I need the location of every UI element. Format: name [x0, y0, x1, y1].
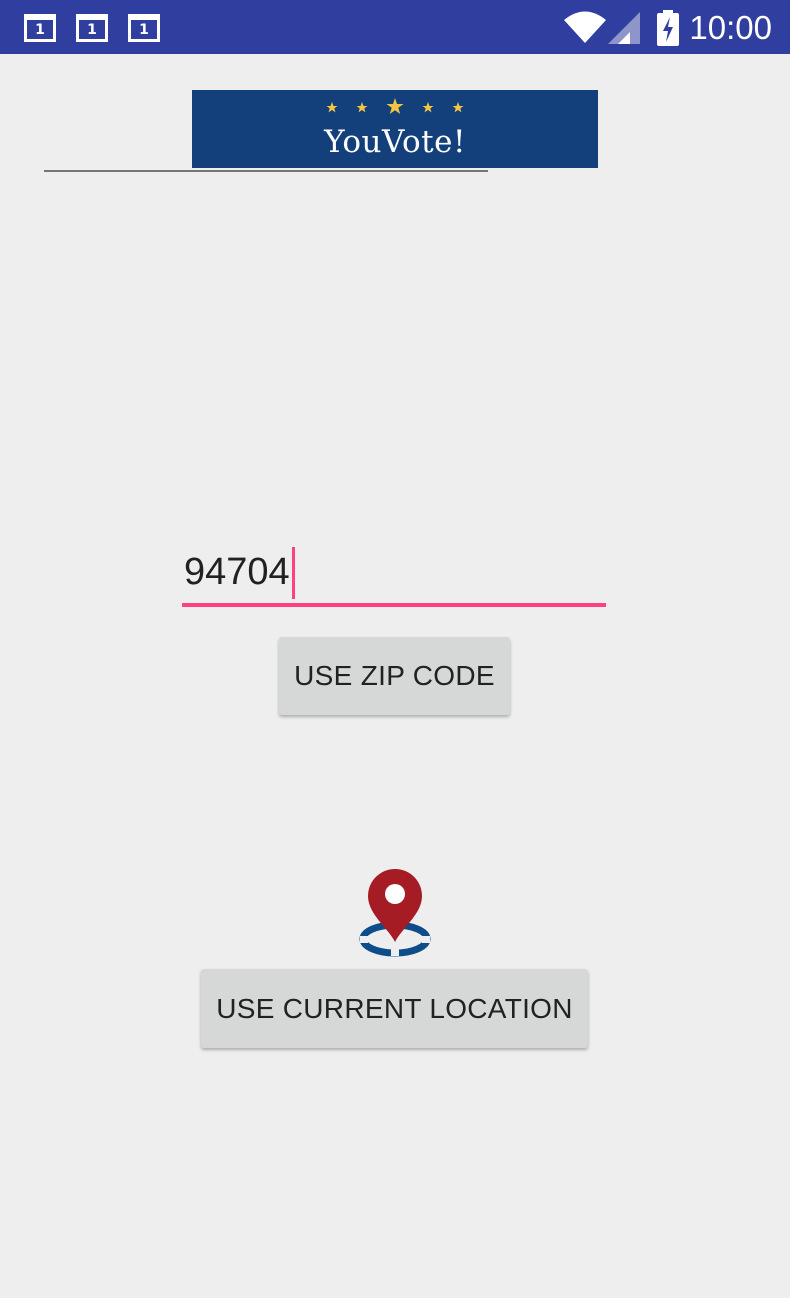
battery-charging-icon [657, 10, 679, 46]
wifi-icon [564, 11, 606, 43]
app-logo: YouVote! [192, 90, 598, 168]
app-logo-text: YouVote! [324, 124, 466, 160]
text-cursor [292, 547, 295, 599]
location-pin-icon[interactable] [358, 866, 432, 958]
calendar-notification-icon[interactable]: 1 [128, 14, 160, 42]
notification-badge-text: 1 [87, 21, 97, 38]
use-zip-code-label: USE ZIP CODE [294, 660, 495, 691]
status-bar: 1 1 1 10:00 [0, 0, 790, 54]
stars-icon [326, 98, 464, 114]
status-clock: 10:00 [689, 9, 772, 46]
calendar-notification-icon[interactable]: 1 [24, 14, 56, 42]
notification-badge-text: 1 [139, 21, 149, 38]
divider [44, 170, 488, 172]
use-current-location-label: USE CURRENT LOCATION [216, 992, 573, 1024]
zip-code-value: 94704 [184, 551, 290, 593]
cell-signal-icon [608, 12, 640, 44]
zip-code-input[interactable]: 94704 [182, 545, 606, 607]
calendar-notification-icon[interactable]: 1 [76, 14, 108, 42]
use-zip-code-button[interactable]: USE ZIP CODE [279, 637, 510, 715]
use-current-location-button[interactable]: USE CURRENT LOCATION [201, 969, 588, 1048]
notification-badge-text: 1 [35, 21, 45, 38]
